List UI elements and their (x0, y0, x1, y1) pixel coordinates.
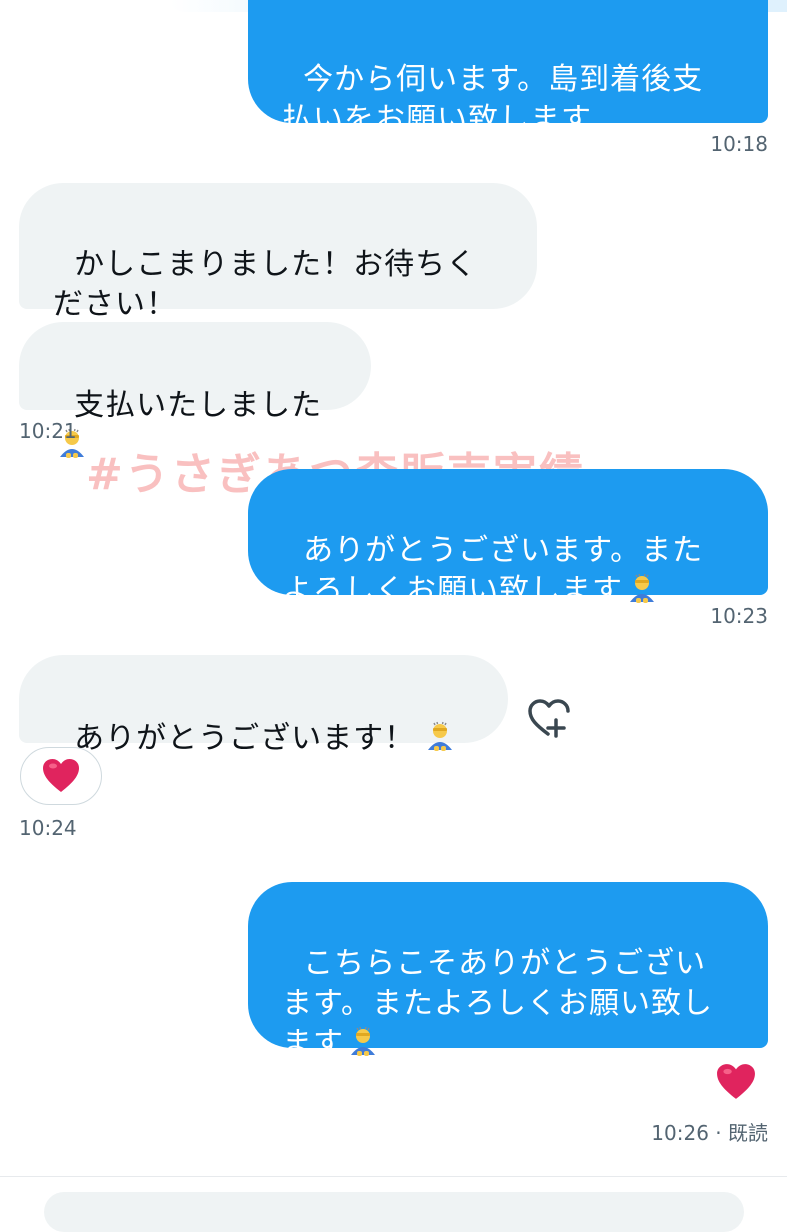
message-reaction[interactable] (716, 1063, 756, 1101)
outgoing-message[interactable]: ありがとうございます。またよろしくお願い致します (248, 469, 768, 608)
incoming-message[interactable]: ありがとうございます！ (19, 655, 508, 791)
person-bowing-icon (630, 573, 654, 603)
add-reaction-button[interactable] (526, 698, 574, 740)
person-bowing-icon (428, 721, 453, 751)
timestamp: 10:23 (710, 604, 768, 628)
message-text: 支払いたしました (74, 388, 323, 423)
message-composer[interactable] (44, 1192, 744, 1232)
incoming-message[interactable]: かしこまりました！お待ちください！ (19, 183, 537, 322)
timestamp-read-status: 10:26 · 既読 (651, 1121, 768, 1145)
red-heart-icon (43, 759, 79, 792)
message-text: 今から伺います。島到着後支払いをお願い致します (282, 62, 704, 137)
red-heart-icon (717, 1064, 755, 1099)
message-text: ありがとうございます！ (74, 721, 416, 756)
person-bowing-icon (351, 1026, 375, 1056)
heart-plus-icon (528, 699, 570, 738)
timestamp: 10:24 (19, 816, 77, 840)
incoming-message[interactable]: 支払いたしました (19, 322, 371, 458)
message-text: かしこまりました！お待ちください！ (53, 247, 478, 322)
composer-divider (0, 1176, 787, 1177)
outgoing-message[interactable]: 今から伺います。島到着後支払いをお願い致します (248, 0, 768, 137)
outgoing-message[interactable]: こちらこそありがとうございます。またよろしくお願い致します (248, 882, 768, 1061)
message-reaction[interactable] (20, 747, 102, 805)
timestamp: 10:18 (710, 132, 768, 156)
